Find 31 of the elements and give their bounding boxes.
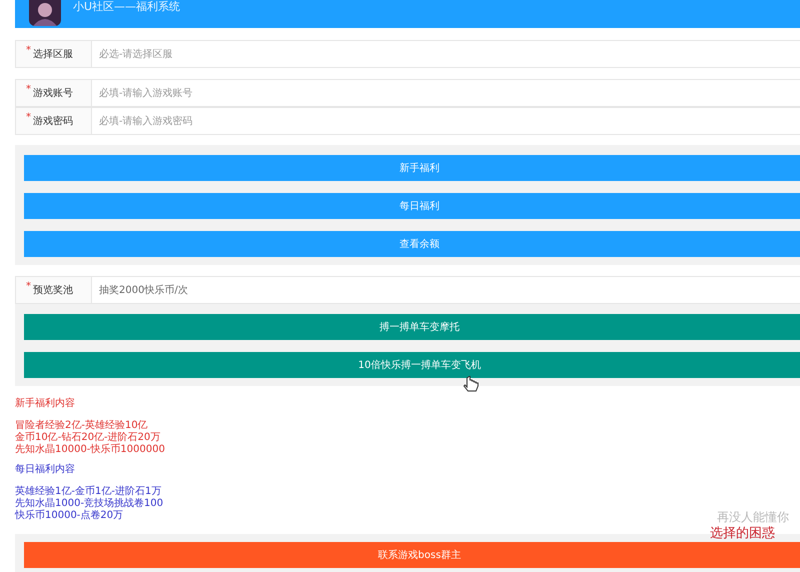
info-line: 先知水晶1000-竞技场挑战卷100: [15, 498, 164, 510]
section-title: 每日福利内容: [15, 464, 75, 476]
required-mark: *: [26, 112, 31, 123]
welfare-button[interactable]: 新手福利: [24, 155, 800, 181]
header-title: 小U社区——福利系统: [73, 1, 180, 13]
input-field[interactable]: 必填-请输入游戏账号: [92, 79, 800, 107]
field-label: 选择区服: [33, 48, 73, 61]
field-label: 游戏密码: [33, 114, 73, 128]
select-field[interactable]: 必选-请选择区服: [92, 40, 800, 68]
draw-button[interactable]: 搏一搏单车变摩托: [24, 314, 800, 340]
overlay-caption: 选择的困惑: [710, 527, 775, 541]
welfare-button[interactable]: 每日福利: [24, 193, 800, 219]
avatar-icon: [29, 0, 61, 26]
info-line: 快乐币10000-点卷20万: [15, 510, 124, 522]
info-line: 冒险者经验2亿-英雄经验10亿: [15, 420, 148, 432]
field-label: 预览奖池: [33, 284, 73, 297]
info-line: 英雄经验1亿-金币1亿-进阶石1万: [15, 486, 162, 498]
section-title: 新手福利内容: [15, 398, 75, 410]
welfare-button[interactable]: 查看余额: [24, 231, 800, 257]
select-field[interactable]: 抽奖2000快乐币/次: [92, 276, 800, 304]
draw-button[interactable]: 10倍快乐搏一搏单车变飞机: [24, 352, 800, 378]
overlay-caption: 再没人能懂你: [717, 509, 789, 526]
info-line: 先知水晶10000-快乐币1000000: [15, 444, 165, 456]
info-line: 金币10亿-钻石20亿-进阶石20万: [15, 432, 160, 444]
contact-button[interactable]: 联系游戏boss群主: [24, 542, 800, 568]
required-mark: *: [26, 45, 31, 56]
required-mark: *: [26, 281, 31, 292]
hand-cursor-icon: [462, 376, 480, 394]
input-field[interactable]: 必填-请输入游戏密码: [92, 107, 800, 135]
required-mark: *: [26, 84, 31, 95]
field-label: 游戏账号: [33, 86, 73, 100]
